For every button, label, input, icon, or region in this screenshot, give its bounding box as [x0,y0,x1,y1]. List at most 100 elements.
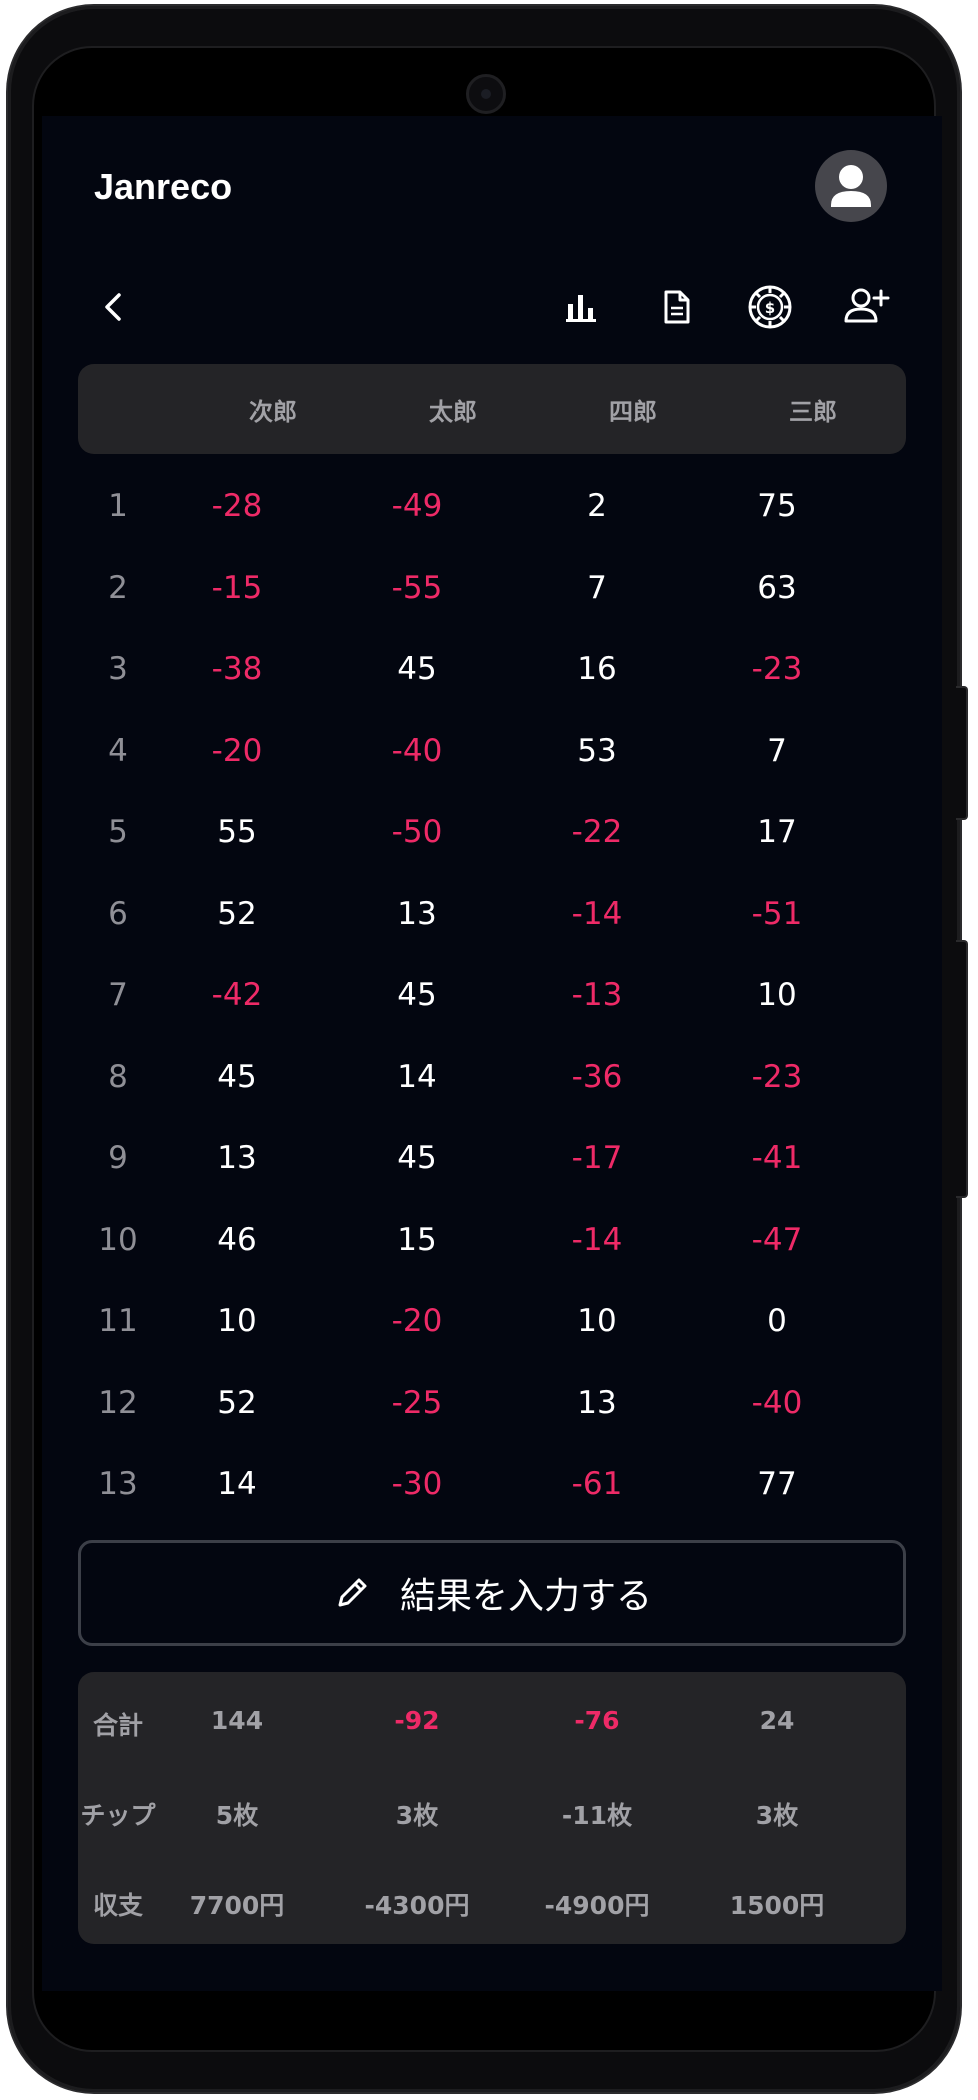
chip-coin-icon: $ [748,285,792,329]
score-cell: -51 [751,895,803,932]
add-player-button[interactable] [838,279,894,335]
summary-value: 1500円 [729,1891,825,1920]
score-cell: -25 [391,1384,443,1421]
score-cell: -20 [211,732,263,769]
summary-panel: 合計 144 -92 -76 24 チップ 5枚 3枚 -11枚 3枚 収支 7700円 -4300円 -… [78,1672,906,1944]
score-table-header: 次郎 太郎 四郎 三郎 [78,364,906,454]
table-row[interactable]: 1 -28 -49 2 75 [42,466,942,548]
summary-value: -11枚 [561,1801,633,1830]
player-name: 四郎 [609,398,657,426]
score-cell: -40 [391,732,443,769]
score-cell: 52 [217,895,257,932]
score-cell: -47 [751,1221,803,1258]
summary-value: -4900円 [544,1891,650,1920]
app-screen: Janreco $ 次郎 太郎 四郎 三郎 1 -28 -49 2 75 2 -… [42,116,942,1991]
score-cell: 10 [217,1303,257,1339]
score-cell: 10 [577,1303,617,1339]
chevron-left-icon [105,293,121,321]
table-row[interactable]: 6 52 13 -14 -51 [42,874,942,956]
score-cell: -15 [211,569,263,606]
table-row[interactable]: 12 52 -25 13 -40 [42,1363,942,1445]
table-row[interactable]: 7 -42 45 -13 10 [42,955,942,1037]
summary-value: -76 [574,1706,620,1735]
camera-icon [466,74,506,114]
balance-row: 収支 7700円 -4300円 -4900円 1500円 [78,1872,906,1932]
score-cell: -23 [751,1058,803,1095]
score-cell: 46 [217,1221,257,1258]
score-cell: -40 [751,1384,803,1421]
score-cell: 16 [577,651,617,687]
svg-text:$: $ [765,299,775,317]
score-cell: 52 [217,1384,257,1421]
app-logo: Janreco [94,166,233,207]
score-cell: -41 [751,1140,803,1176]
score-cell: 17 [757,814,797,850]
table-row[interactable]: 8 45 14 -36 -23 [42,1037,942,1119]
summary-value: -92 [394,1706,440,1735]
score-cell: 63 [757,569,797,606]
score-cell: -61 [571,1466,623,1502]
score-cell: 7 [767,732,787,769]
document-icon [664,290,690,324]
bar-chart-icon [566,295,596,322]
score-cell: -14 [571,895,623,932]
enter-result-button[interactable]: 結果を入力する [78,1540,906,1646]
phone-frame: Janreco $ 次郎 太郎 四郎 三郎 1 -28 -49 2 75 2 -… [8,6,968,2092]
score-cell: -13 [571,977,623,1013]
score-cell: 14 [217,1466,257,1502]
stats-button[interactable] [553,279,609,335]
score-cell: 75 [757,488,797,524]
summary-value: -4300円 [364,1891,470,1920]
score-cell: -30 [391,1466,443,1502]
score-cell: -23 [751,651,803,687]
score-cell: 53 [577,732,617,769]
score-cell: -38 [211,651,263,687]
score-cell: -50 [391,814,443,850]
volume-button [956,686,968,820]
score-cell: -14 [571,1221,623,1258]
add-user-icon [844,288,890,323]
score-cell: -42 [211,977,263,1013]
score-cell: 45 [397,651,437,687]
score-cell: 0 [767,1303,787,1339]
table-row[interactable]: 3 -38 45 16 -23 [42,629,942,711]
summary-value: 144 [210,1706,264,1735]
summary-value: 7700円 [189,1891,285,1920]
score-cell: -28 [211,488,263,524]
score-cell: 7 [587,569,607,606]
table-row[interactable]: 13 14 -30 -61 77 [42,1444,942,1526]
score-cell: 45 [397,1140,437,1176]
pencil-icon [338,1578,367,1607]
score-cell: 10 [757,977,797,1013]
score-cell: 2 [587,488,607,524]
player-name: 太郎 [429,398,477,426]
score-cell: -22 [571,814,623,850]
chip-button[interactable]: $ [742,279,798,335]
score-cell: 55 [217,814,257,850]
enter-result-label: 結果を入力する [399,1576,652,1617]
table-row[interactable]: 2 -15 -55 7 63 [42,548,942,630]
table-row[interactable]: 11 10 -20 10 0 [42,1281,942,1363]
summary-value: 5枚 [215,1801,259,1830]
summary-value: 3枚 [395,1801,439,1830]
score-cell: -36 [571,1058,623,1095]
score-cell: 45 [217,1058,257,1095]
summary-value: 24 [759,1706,795,1735]
user-icon[interactable] [815,150,887,222]
player-name: 次郎 [249,398,297,426]
back-button[interactable] [86,279,142,335]
player-name: 三郎 [789,398,837,426]
table-row[interactable]: 5 55 -50 -22 17 [42,792,942,874]
score-cell: 13 [217,1140,257,1176]
score-cell: 14 [397,1058,437,1095]
score-cell: 13 [397,895,437,932]
score-cell: 45 [397,977,437,1013]
score-cell: 77 [757,1466,797,1502]
report-button[interactable] [648,279,704,335]
table-row[interactable]: 10 46 15 -14 -47 [42,1200,942,1282]
table-row[interactable]: 4 -20 -40 53 7 [42,711,942,793]
score-cell: 15 [397,1221,437,1258]
table-row[interactable]: 9 13 45 -17 -41 [42,1118,942,1200]
score-cell: -49 [391,488,443,524]
chip-row: チップ 5枚 3枚 -11枚 3枚 [78,1782,906,1842]
